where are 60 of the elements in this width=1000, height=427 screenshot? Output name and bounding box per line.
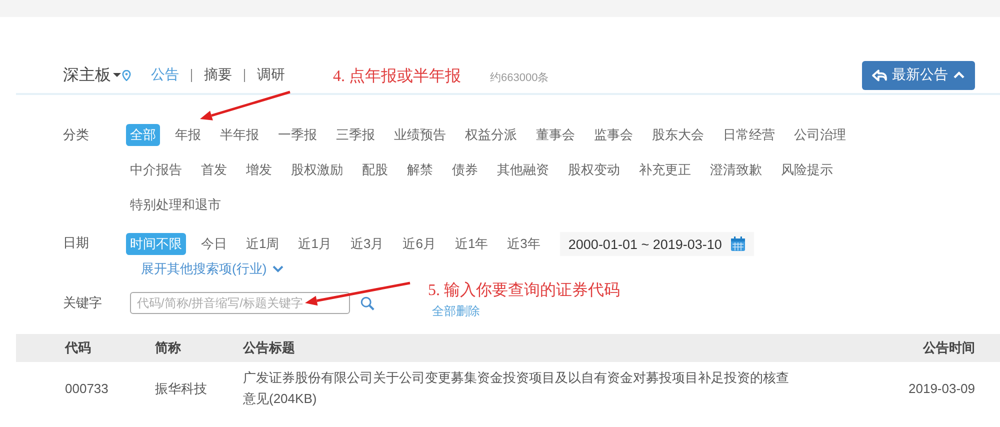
filter-option[interactable]: 首发 — [197, 159, 231, 181]
reply-arrow-icon — [872, 68, 887, 82]
filter-option[interactable]: 债券 — [448, 159, 482, 181]
filter-option[interactable]: 中介报告 — [126, 159, 186, 181]
filter-option[interactable]: 解禁 — [403, 159, 437, 181]
location-pin-icon — [122, 70, 131, 80]
column-header: 代码 — [64, 339, 92, 357]
search-icon[interactable] — [360, 296, 375, 310]
filter-label: 分类 — [63, 126, 90, 144]
filter-option[interactable]: 年报 — [171, 124, 205, 146]
filter-option[interactable]: 其他融资 — [493, 159, 553, 181]
expand-link[interactable]: 展开其他搜索项(行业) — [141, 260, 284, 278]
column-header: 公告标题 — [243, 339, 296, 357]
filter-option[interactable]: 今日 — [197, 233, 231, 255]
calendar-icon — [730, 236, 746, 252]
filter-option[interactable]: 半年报 — [216, 124, 263, 146]
filter-option[interactable]: 一季报 — [274, 124, 321, 146]
column-header: 简称 — [155, 339, 182, 357]
filter-option[interactable]: 董事会 — [532, 124, 579, 146]
filter-option[interactable]: 股东大会 — [648, 124, 708, 146]
filter-option[interactable]: 近1周 — [242, 233, 284, 255]
filter-option[interactable]: 业绩预告 — [390, 124, 450, 146]
filter-option[interactable]: 三季报 — [332, 124, 379, 146]
filter-option[interactable]: 风险提示 — [777, 159, 837, 181]
filter-option[interactable]: 公司治理 — [790, 124, 850, 146]
filter-option[interactable]: 日常经营 — [719, 124, 779, 146]
tab[interactable]: 公告 — [151, 66, 179, 84]
annotation-text: 5. 输入你要查询的证券代码 — [428, 282, 620, 300]
announcement-link[interactable]: 广发证券股份有限公司关于公司变更募集资金投资项目及以自有资金对募投项目补足投资的核查意见(204KB) — [243, 367, 791, 409]
filter-option[interactable]: 近3月 — [346, 233, 388, 255]
filter-option[interactable]: 股权激励 — [287, 159, 347, 181]
filter-option[interactable]: 监事会 — [590, 124, 637, 146]
filter-option[interactable]: 澄清致歉 — [706, 159, 766, 181]
table-cell-text: 2019-03-09 — [908, 380, 976, 398]
filter-option[interactable]: 补充更正 — [635, 159, 695, 181]
filter-option[interactable]: 股权变动 — [564, 159, 624, 181]
latest-announcements-button[interactable]: 最新公告 — [862, 60, 975, 90]
tab[interactable]: 调研 — [257, 66, 285, 84]
caret-icon — [113, 73, 121, 77]
date-range-field[interactable]: 2000-01-01 ~ 2019-03-10 — [560, 232, 754, 256]
result-count: 约663000条 — [490, 70, 549, 84]
table-cell-text: 振华科技 — [155, 380, 208, 398]
filter-option[interactable]: 配股 — [358, 159, 392, 181]
filter-label: 关键字 — [63, 294, 103, 312]
chevron-down-icon — [272, 265, 284, 273]
filter-option[interactable]: 增发 — [242, 159, 276, 181]
tab[interactable]: 摘要 — [204, 66, 232, 84]
filter-label: 日期 — [63, 234, 90, 252]
market-dropdown[interactable]: 深主板 — [63, 64, 111, 86]
filter-option[interactable]: 特别处理和退市 — [126, 194, 225, 216]
filter-option[interactable]: 近1年 — [450, 233, 492, 255]
filter-option[interactable]: 近6月 — [398, 233, 440, 255]
keyword-input[interactable]: 代码/简称/拼音缩写/标题关键字 — [130, 292, 350, 314]
filter-option[interactable]: 权益分派 — [461, 124, 521, 146]
table-cell-text: 000733 — [64, 380, 110, 398]
annotation-text: 4. 点年报或半年报 — [333, 68, 461, 86]
chevron-up-icon — [953, 71, 965, 79]
column-header: 公告时间 — [922, 339, 976, 357]
filter-option[interactable]: 近3年 — [503, 233, 544, 255]
filter-option[interactable]: 近1月 — [294, 233, 336, 255]
